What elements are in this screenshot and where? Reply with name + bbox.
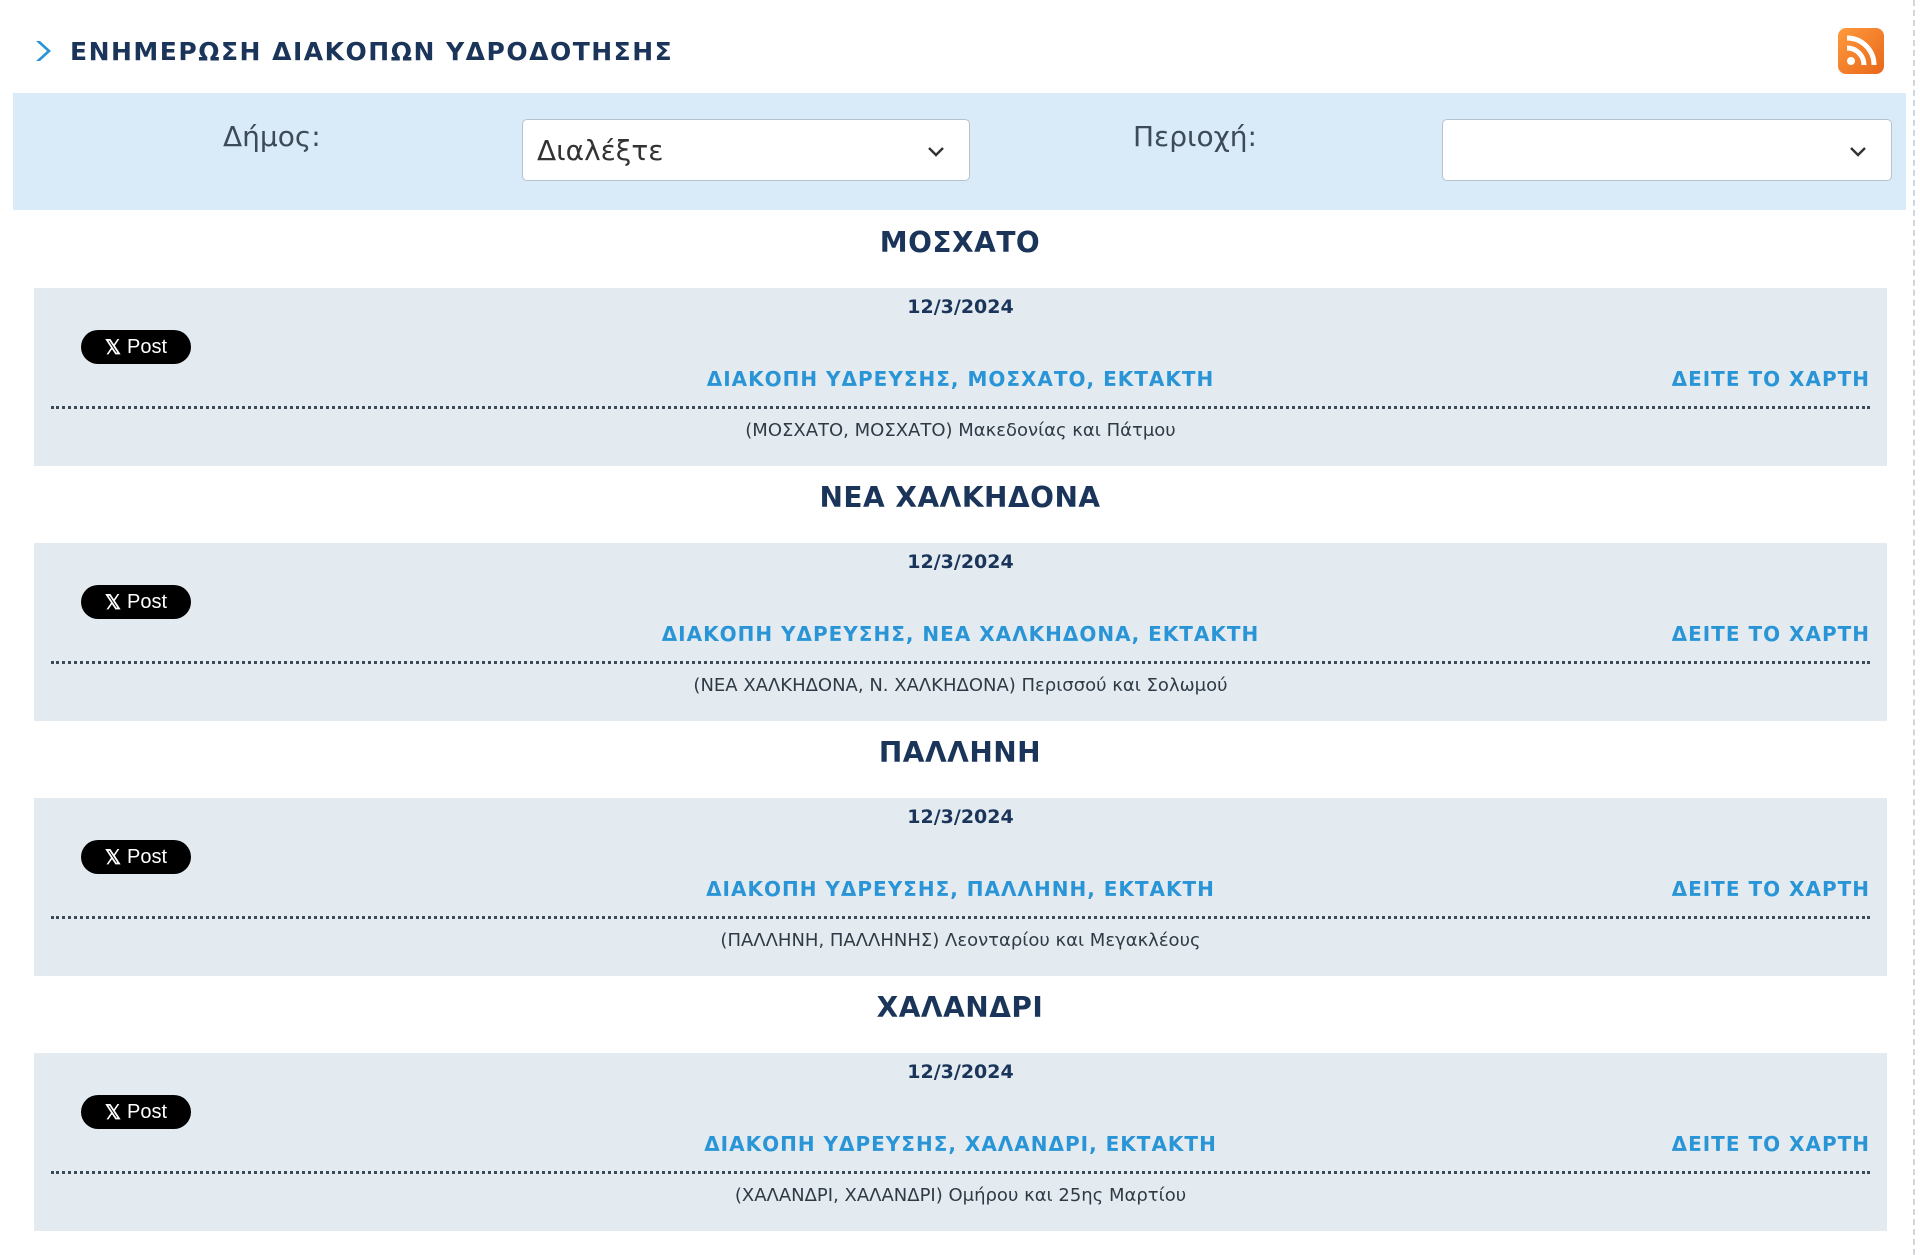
outage-card: 12/3/2024 𝕏 Post ΔΙΑΚΟΠΗ ΥΔΡΕΥΣΗΣ, ΧΑΛΑΝ…	[34, 1053, 1887, 1231]
outage-headline-link[interactable]: ΔΙΑΚΟΠΗ ΥΔΡΕΥΣΗΣ, ΧΑΛΑΝΔΡΙ, ΕΚΤΑΚΤΗ	[34, 1132, 1887, 1156]
area-select[interactable]	[1442, 119, 1892, 181]
section-title: ΧΑΛΑΝΔΡΙ	[876, 991, 1044, 1024]
outage-date: 12/3/2024	[907, 296, 1014, 318]
outage-description: (ΠΑΛΛΗΝΗ, ΠΑΛΛΗΝΗΣ) Λεονταρίου και Μεγακ…	[720, 930, 1201, 951]
x-post-label: Post	[127, 590, 168, 613]
x-post-button[interactable]: 𝕏 Post	[81, 1095, 191, 1129]
x-post-button[interactable]: 𝕏 Post	[81, 840, 191, 874]
view-map-link[interactable]: ΔΕΙΤΕ ΤΟ ΧΑΡΤΗ	[1672, 367, 1870, 391]
view-map-link[interactable]: ΔΕΙΤΕ ΤΟ ΧΑΡΤΗ	[1672, 1132, 1870, 1156]
chevron-down-icon	[1850, 147, 1866, 157]
x-post-label: Post	[127, 1100, 168, 1123]
chevron-right-icon	[36, 41, 51, 61]
outage-section: ΠΑΛΛΗΝΗ 12/3/2024 𝕏 Post ΔΙΑΚΟΠΗ ΥΔΡΕΥΣΗ…	[0, 720, 1920, 976]
section-title: ΝΕΑ ΧΑΛΚΗΔΟΝΑ	[819, 481, 1101, 514]
x-logo-icon: 𝕏	[104, 846, 122, 869]
municipality-select-value: Διαλέξτε	[537, 133, 664, 167]
outage-section: ΧΑΛΑΝΔΡΙ 12/3/2024 𝕏 Post ΔΙΑΚΟΠΗ ΥΔΡΕΥΣ…	[0, 975, 1920, 1231]
dotted-divider	[51, 1171, 1870, 1174]
outage-description: (ΜΟΣΧΑΤΟ, ΜΟΣΧΑΤΟ) Μακεδονίας και Πάτμου	[745, 420, 1176, 441]
filter-bar: Δήμος: Διαλέξτε Περιοχή:	[13, 93, 1906, 210]
rss-icon[interactable]	[1838, 28, 1884, 74]
x-post-label: Post	[127, 845, 168, 868]
dotted-divider	[51, 661, 1870, 664]
x-post-button[interactable]: 𝕏 Post	[81, 585, 191, 619]
outage-headline-link[interactable]: ΔΙΑΚΟΠΗ ΥΔΡΕΥΣΗΣ, ΝΕΑ ΧΑΛΚΗΔΟΝΑ, ΕΚΤΑΚΤΗ	[34, 622, 1887, 646]
outage-date: 12/3/2024	[907, 551, 1014, 573]
page-title: ΕΝΗΜΕΡΩΣΗ ΔΙΑΚΟΠΩΝ ΥΔΡΟΔΟΤΗΣΗΣ	[70, 36, 674, 66]
view-map-link[interactable]: ΔΕΙΤΕ ΤΟ ΧΑΡΤΗ	[1672, 622, 1870, 646]
outage-section: ΜΟΣΧΑΤΟ 12/3/2024 𝕏 Post ΔΙΑΚΟΠΗ ΥΔΡΕΥΣΗ…	[0, 210, 1920, 466]
municipality-select[interactable]: Διαλέξτε	[522, 119, 970, 181]
section-title: ΠΑΛΛΗΝΗ	[878, 736, 1042, 769]
x-logo-icon: 𝕏	[104, 1101, 122, 1124]
outage-section: ΝΕΑ ΧΑΛΚΗΔΟΝΑ 12/3/2024 𝕏 Post ΔΙΑΚΟΠΗ Υ…	[0, 465, 1920, 721]
outage-description: (ΝΕΑ ΧΑΛΚΗΔΟΝΑ, Ν. ΧΑΛΚΗΔΟΝΑ) Περισσού κ…	[693, 675, 1228, 696]
page-header: ΕΝΗΜΕΡΩΣΗ ΔΙΑΚΟΠΩΝ ΥΔΡΟΔΟΤΗΣΗΣ	[30, 30, 1890, 72]
outage-card: 12/3/2024 𝕏 Post ΔΙΑΚΟΠΗ ΥΔΡΕΥΣΗΣ, ΝΕΑ Χ…	[34, 543, 1887, 721]
outage-headline-link[interactable]: ΔΙΑΚΟΠΗ ΥΔΡΕΥΣΗΣ, ΜΟΣΧΑΤΟ, ΕΚΤΑΚΤΗ	[34, 367, 1887, 391]
view-map-link[interactable]: ΔΕΙΤΕ ΤΟ ΧΑΡΤΗ	[1672, 877, 1870, 901]
outage-headline-link[interactable]: ΔΙΑΚΟΠΗ ΥΔΡΕΥΣΗΣ, ΠΑΛΛΗΝΗ, ΕΚΤΑΚΤΗ	[34, 877, 1887, 901]
area-label: Περιοχή:	[1133, 120, 1257, 153]
municipality-label: Δήμος:	[223, 120, 321, 153]
outage-card: 12/3/2024 𝕏 Post ΔΙΑΚΟΠΗ ΥΔΡΕΥΣΗΣ, ΠΑΛΛΗ…	[34, 798, 1887, 976]
section-title: ΜΟΣΧΑΤΟ	[879, 226, 1041, 259]
outage-list: ΜΟΣΧΑΤΟ 12/3/2024 𝕏 Post ΔΙΑΚΟΠΗ ΥΔΡΕΥΣΗ…	[0, 210, 1920, 1231]
x-post-button[interactable]: 𝕏 Post	[81, 330, 191, 364]
outage-card: 12/3/2024 𝕏 Post ΔΙΑΚΟΠΗ ΥΔΡΕΥΣΗΣ, ΜΟΣΧΑ…	[34, 288, 1887, 466]
outage-date: 12/3/2024	[907, 806, 1014, 828]
x-post-label: Post	[127, 335, 168, 358]
dotted-divider	[51, 406, 1870, 409]
outage-date: 12/3/2024	[907, 1061, 1014, 1083]
dotted-divider	[51, 916, 1870, 919]
outage-description: (ΧΑΛΑΝΔΡΙ, ΧΑΛΑΝΔΡΙ) Ομήρου και 25ης Μαρ…	[734, 1185, 1187, 1206]
x-logo-icon: 𝕏	[104, 336, 122, 359]
x-logo-icon: 𝕏	[104, 591, 122, 614]
chevron-down-icon	[928, 147, 944, 157]
